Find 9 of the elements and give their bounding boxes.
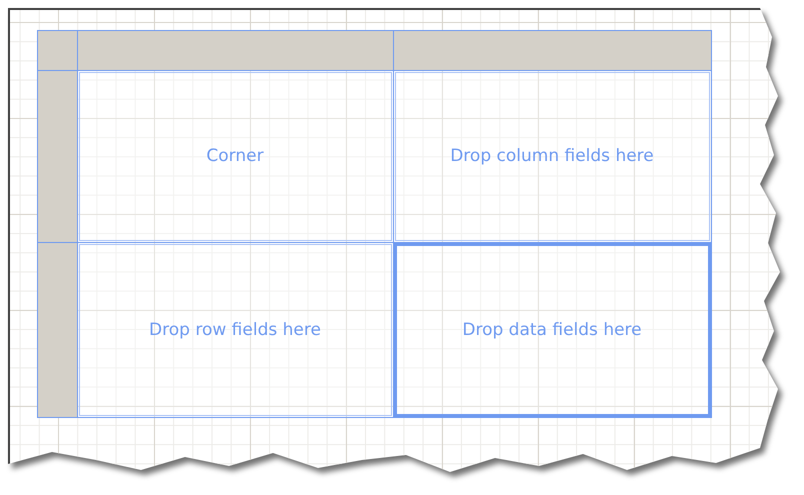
column-header-handle[interactable] — [76, 30, 394, 70]
matrix-cell[interactable]: Corner — [76, 70, 394, 242]
matrix-cell[interactable]: Drop data fields here — [392, 242, 712, 418]
row-header-handle[interactable] — [36, 242, 78, 418]
matrix-cell[interactable]: Drop column fields here — [392, 70, 712, 242]
matrix-cell[interactable]: Drop row fields here — [76, 242, 394, 418]
column-header-handle[interactable] — [392, 30, 712, 70]
corner-handle[interactable] — [36, 30, 78, 70]
row-header-handle[interactable] — [36, 70, 78, 242]
